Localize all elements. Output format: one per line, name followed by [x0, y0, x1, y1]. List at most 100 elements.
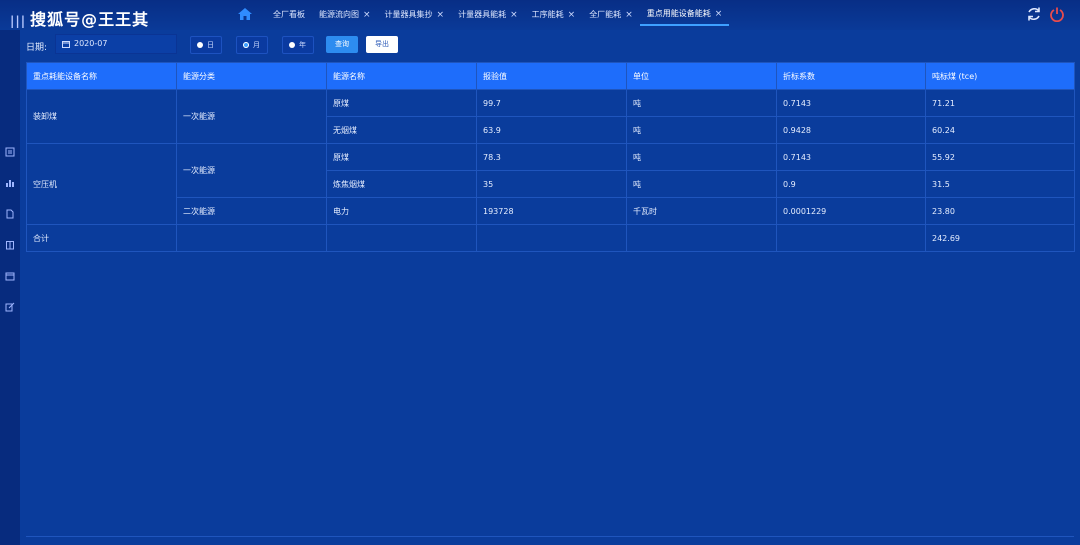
refresh-icon[interactable]: [1026, 6, 1042, 22]
radio-label: 月: [253, 41, 260, 49]
cell-factor: 0.9428: [776, 116, 926, 144]
cell-value: 99.7: [476, 89, 627, 117]
cell-energy: 炼焦烟煤: [326, 170, 477, 198]
table-total-row: 合计 242.69: [26, 224, 1075, 252]
radio-month[interactable]: 月: [236, 36, 268, 54]
col-header-value: 报验值: [476, 62, 627, 90]
tab-label: 工序能耗: [531, 10, 564, 19]
cell-tce: 31.5: [925, 170, 1075, 198]
cell-unit: 吨: [626, 116, 777, 144]
app-title-text: 搜狐号@王王其: [30, 10, 150, 29]
bar-chart-icon[interactable]: [5, 178, 15, 188]
edit-icon[interactable]: [5, 302, 15, 312]
menu-bars-icon[interactable]: |||: [10, 14, 26, 28]
cell-value: 78.3: [476, 143, 627, 171]
col-header-category: 能源分类: [176, 62, 327, 90]
cell-empty: [776, 224, 926, 252]
radio-dot-icon: [243, 42, 249, 48]
cell-empty: [476, 224, 627, 252]
table-row: 二次能源 电力 193728 千瓦时 0.0001229 23.80: [27, 197, 1075, 225]
cell-energy: 电力: [326, 197, 477, 225]
radio-dot-icon: [289, 42, 295, 48]
tab-label: 全厂能耗: [589, 10, 622, 19]
radio-label: 年: [299, 41, 306, 49]
cell-device: 空压机: [26, 143, 177, 225]
tab-energy-flow[interactable]: 能源流向图 ×: [312, 6, 378, 26]
close-icon[interactable]: ×: [510, 10, 518, 20]
date-label: 日期:: [26, 43, 48, 53]
tab-label: 计量器具集抄: [384, 10, 433, 19]
cell-empty: [626, 224, 777, 252]
cell-factor: 0.7143: [776, 143, 926, 171]
date-value: 2020-07: [74, 39, 108, 48]
radio-dot-icon: [197, 42, 203, 48]
calendar-icon: [62, 40, 70, 48]
radio-year[interactable]: 年: [282, 36, 314, 54]
close-icon[interactable]: ×: [437, 10, 445, 20]
calendar-icon[interactable]: [5, 271, 15, 281]
cell-tce: 55.92: [925, 143, 1075, 171]
cell-unit: 千瓦时: [626, 197, 777, 225]
cell-empty: [176, 224, 327, 252]
cell-tce: 60.24: [925, 116, 1075, 144]
tab-bar: 全厂看板 能源流向图 × 计量器具集抄 × 计量器具能耗 × 工序能耗 × 全厂能耗 × …: [266, 6, 730, 26]
cell-value: 63.9: [476, 116, 627, 144]
consumption-table: 重点耗能设备名称 能源分类 能源名称 报验值 单位 折标系数 吨标煤 (tce)…: [26, 62, 1075, 252]
cell-category: 一次能源: [176, 143, 327, 198]
close-icon[interactable]: ×: [625, 10, 633, 20]
date-picker[interactable]: 2020-07: [55, 34, 177, 54]
tab-label: 计量器具能耗: [458, 10, 507, 19]
tab-process-consumption[interactable]: 工序能耗 ×: [525, 6, 583, 26]
cell-total-label: 合计: [26, 224, 177, 252]
tab-meter-consumption[interactable]: 计量器具能耗 ×: [451, 6, 525, 26]
cell-value: 35: [476, 170, 627, 198]
power-icon[interactable]: [1049, 6, 1065, 22]
table-row: 空压机 一次能源 原煤 78.3 吨 0.7143 55.92: [26, 143, 1075, 225]
cell-energy: 原煤: [326, 89, 477, 117]
building-icon[interactable]: [5, 240, 15, 250]
col-header-unit: 单位: [626, 62, 777, 90]
table-row: 装卸煤 一次能源 原煤 99.7 吨 0.7143 71.21: [26, 89, 1075, 144]
tab-label: 能源流向图: [319, 10, 359, 19]
cell-device: 装卸煤: [26, 89, 177, 144]
list-icon[interactable]: [5, 147, 15, 157]
tab-key-equipment-consumption[interactable]: 重点用能设备能耗 ×: [639, 6, 730, 26]
close-icon[interactable]: ×: [363, 10, 371, 20]
cell-factor: 0.7143: [776, 89, 926, 117]
tab-factory-board[interactable]: 全厂看板: [266, 6, 312, 26]
export-button[interactable]: 导出: [366, 36, 398, 53]
cell-tce: 71.21: [925, 89, 1075, 117]
cell-unit: 吨: [626, 143, 777, 171]
home-icon[interactable]: [237, 7, 253, 21]
cell-energy: 无烟煤: [326, 116, 477, 144]
col-header-energy: 能源名称: [326, 62, 477, 90]
close-icon[interactable]: ×: [715, 9, 723, 19]
cell-empty: [326, 224, 477, 252]
top-header: ||| 搜狐号@王王其 全厂看板 能源流向图 × 计量器具集抄 × 计量器具能耗 × 工…: [0, 0, 1080, 30]
table-header-row: 重点耗能设备名称 能源分类 能源名称 报验值 单位 折标系数 吨标煤 (tce): [26, 62, 1075, 90]
cell-energy: 原煤: [326, 143, 477, 171]
tab-plant-consumption[interactable]: 全厂能耗 ×: [582, 6, 640, 26]
cell-total-value: 242.69: [925, 224, 1075, 252]
sidebar: [0, 30, 20, 545]
query-button[interactable]: 查询: [326, 36, 358, 53]
col-header-device: 重点耗能设备名称: [26, 62, 177, 90]
tab-meter-collection[interactable]: 计量器具集抄 ×: [378, 6, 452, 26]
tab-label: 重点用能设备能耗: [646, 9, 711, 18]
tab-label: 全厂看板: [273, 10, 305, 19]
cell-factor: 0.0001229: [776, 197, 926, 225]
cell-tce: 23.80: [925, 197, 1075, 225]
cell-category: 二次能源: [176, 197, 327, 225]
col-header-factor: 折标系数: [776, 62, 926, 90]
close-icon[interactable]: ×: [568, 10, 576, 20]
content-bottom-border: [26, 536, 1074, 537]
filter-toolbar: 日期: 2020-07 日 月 年 查询 导出: [20, 30, 1080, 60]
document-icon[interactable]: [5, 209, 15, 219]
cell-value: 193728: [476, 197, 627, 225]
app-title: ||| 搜狐号@王王其: [10, 6, 149, 30]
radio-day[interactable]: 日: [190, 36, 222, 54]
col-header-tce: 吨标煤 (tce): [925, 62, 1075, 90]
cell-category: 一次能源: [176, 89, 327, 144]
cell-unit: 吨: [626, 89, 777, 117]
cell-unit: 吨: [626, 170, 777, 198]
